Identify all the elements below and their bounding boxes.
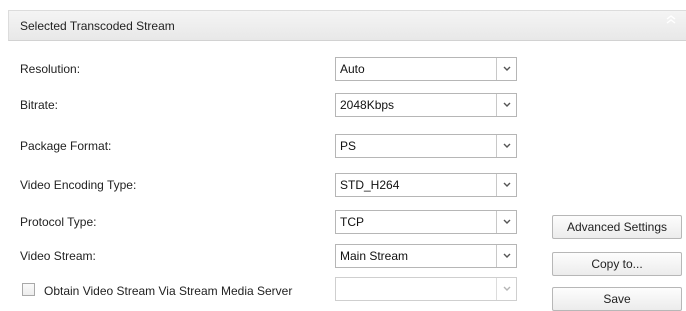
chevron-down-icon[interactable] bbox=[496, 135, 516, 157]
stream-media-server-checkbox[interactable] bbox=[22, 283, 35, 296]
chevron-down-icon[interactable] bbox=[496, 94, 516, 116]
stream-media-server-select[interactable] bbox=[335, 277, 517, 301]
save-button[interactable]: Save bbox=[552, 287, 682, 311]
resolution-select[interactable]: Auto bbox=[335, 57, 517, 81]
chevron-down-icon[interactable] bbox=[496, 58, 516, 80]
transcoded-stream-panel: Selected Transcoded Stream Resolution: A… bbox=[0, 0, 686, 311]
panel-header: Selected Transcoded Stream bbox=[8, 10, 686, 41]
bitrate-label: Bitrate: bbox=[20, 98, 59, 112]
panel-title: Selected Transcoded Stream bbox=[20, 19, 175, 33]
advanced-settings-button[interactable]: Advanced Settings bbox=[552, 215, 682, 239]
chevron-down-icon[interactable] bbox=[496, 245, 516, 267]
video-encoding-type-select[interactable]: STD_H264 bbox=[335, 173, 517, 197]
video-encoding-type-value: STD_H264 bbox=[340, 178, 400, 192]
collapse-icon[interactable] bbox=[665, 14, 677, 26]
package-format-label: Package Format: bbox=[20, 139, 112, 153]
chevron-down-icon[interactable] bbox=[496, 211, 516, 233]
protocol-type-value: TCP bbox=[340, 215, 364, 229]
package-format-value: PS bbox=[340, 139, 357, 153]
copy-to-button[interactable]: Copy to... bbox=[552, 252, 682, 276]
resolution-label: Resolution: bbox=[20, 62, 81, 76]
bitrate-value: 2048Kbps bbox=[340, 98, 395, 112]
stream-media-server-label: Obtain Video Stream Via Stream Media Ser… bbox=[44, 284, 293, 298]
protocol-type-select[interactable]: TCP bbox=[335, 210, 517, 234]
video-encoding-type-label: Video Encoding Type: bbox=[20, 178, 137, 192]
bitrate-select[interactable]: 2048Kbps bbox=[335, 93, 517, 117]
chevron-down-icon[interactable] bbox=[496, 278, 516, 300]
chevron-down-icon[interactable] bbox=[496, 174, 516, 196]
resolution-value: Auto bbox=[340, 62, 365, 76]
video-stream-value: Main Stream bbox=[340, 249, 409, 263]
video-stream-label: Video Stream: bbox=[20, 249, 96, 263]
protocol-type-label: Protocol Type: bbox=[20, 215, 97, 229]
package-format-select[interactable]: PS bbox=[335, 134, 517, 158]
video-stream-select[interactable]: Main Stream bbox=[335, 244, 517, 268]
